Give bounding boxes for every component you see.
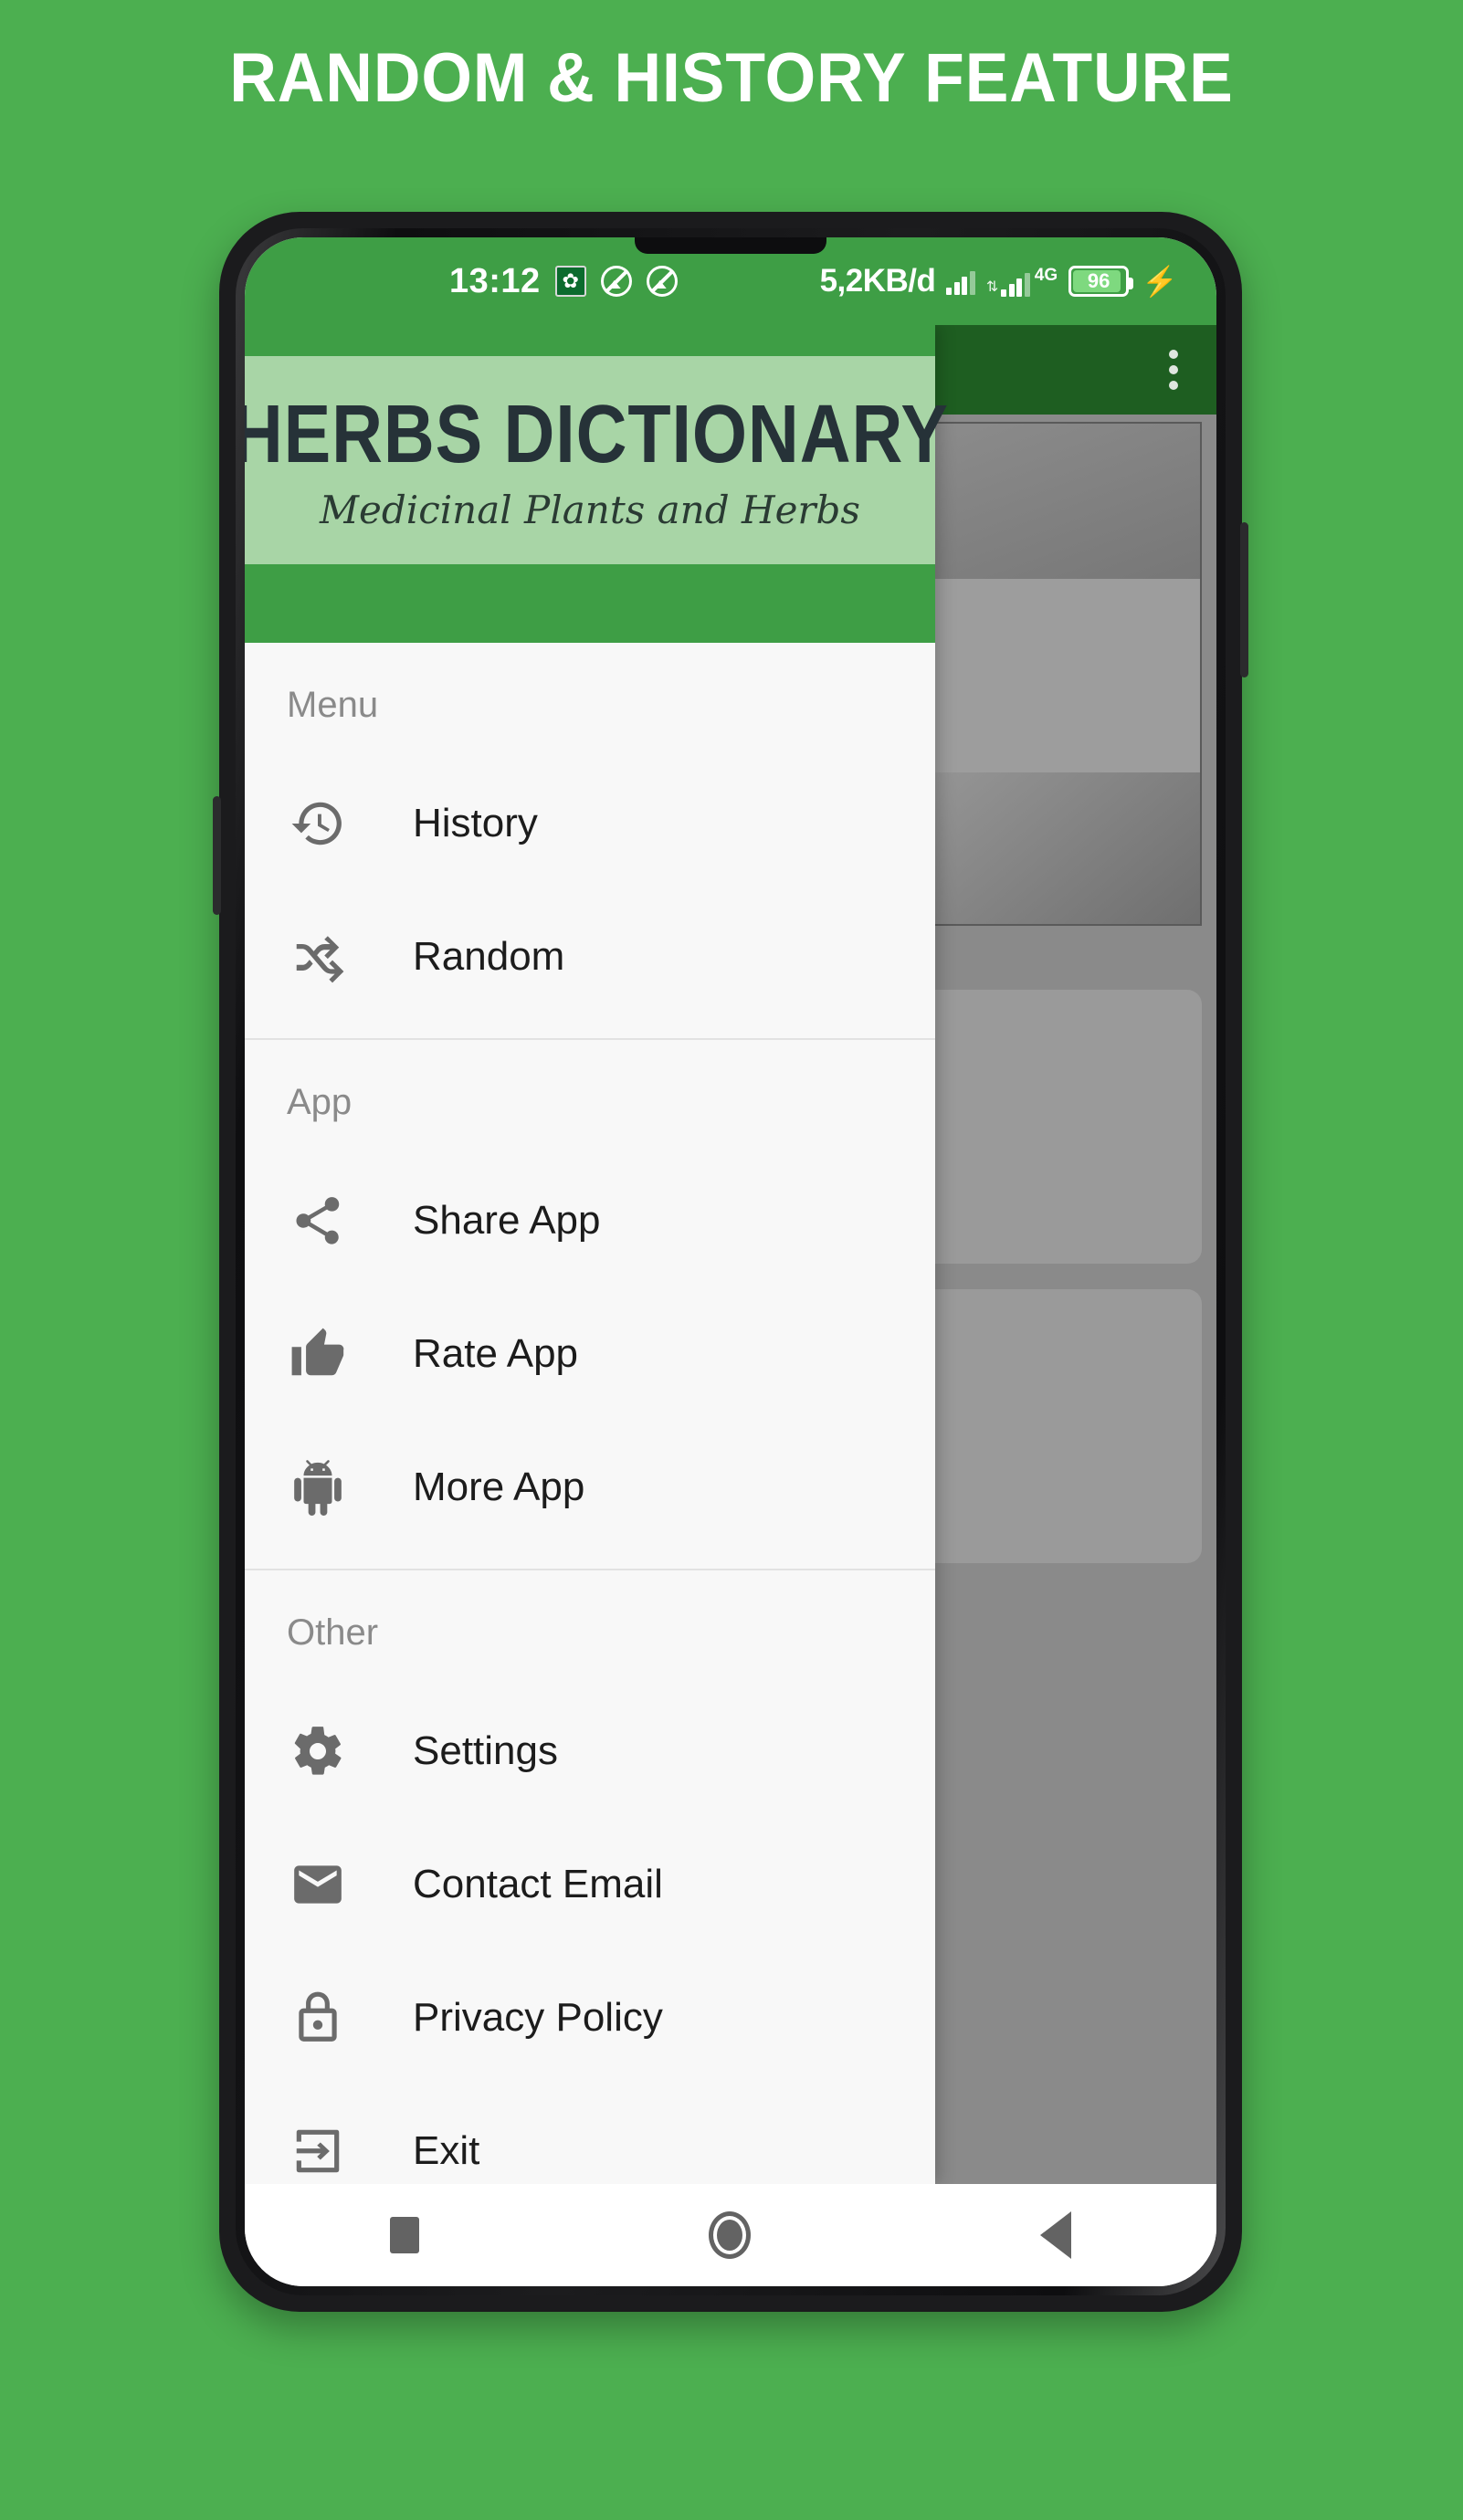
data-rate-label: 5,2KB/d bbox=[819, 263, 936, 299]
battery-level-label: 96 bbox=[1087, 269, 1110, 292]
drawer-item-contact-email[interactable]: Contact Email bbox=[245, 1818, 935, 1951]
battery-icon: 96 bbox=[1068, 266, 1134, 297]
phone-screen: 13:12 ✿ 5,2KB/d ⇅ 4G 96 ⚡ HERBS DICTIONA… bbox=[245, 237, 1216, 2286]
drawer-item-label: History bbox=[413, 801, 538, 845]
envelope-icon bbox=[285, 1852, 351, 1917]
android-robot-icon bbox=[285, 1454, 351, 1520]
status-bar-right: 5,2KB/d ⇅ 4G 96 ⚡ bbox=[820, 263, 1178, 299]
drawer-item-random[interactable]: Random bbox=[245, 890, 935, 1024]
app-logo: HERBS DICTIONARY Medicinal Plants and He… bbox=[245, 356, 948, 564]
back-triangle-icon[interactable] bbox=[1040, 2211, 1072, 2259]
page-title: RANDOM & HISTORY FEATURE bbox=[229, 39, 1234, 117]
history-clock-icon bbox=[285, 791, 351, 856]
share-icon bbox=[285, 1188, 351, 1254]
home-circle-icon[interactable] bbox=[708, 2211, 751, 2259]
drawer-header-top-bar bbox=[245, 325, 935, 356]
network-type-label: 4G bbox=[1034, 265, 1058, 285]
drawer-section-label-other: Other bbox=[287, 1612, 379, 1653]
drawer-section-label-app: App bbox=[287, 1082, 353, 1122]
drawer-section-label-menu: Menu bbox=[287, 685, 379, 725]
system-navigation-bar bbox=[245, 2184, 1216, 2286]
drawer-item-label: Rate App bbox=[413, 1331, 579, 1376]
charging-icon: ⚡ bbox=[1142, 265, 1178, 298]
promo-page: RANDOM & HISTORY FEATURE 13:12 ✿ 5,2KB/d bbox=[0, 0, 1463, 2520]
signal-bars-icon bbox=[946, 268, 975, 295]
drawer-item-settings[interactable]: Settings bbox=[245, 1685, 935, 1818]
drawer-item-label: Random bbox=[413, 934, 565, 979]
drawer-item-label: Contact Email bbox=[413, 1862, 663, 1906]
drawer-item-more-app[interactable]: More App bbox=[245, 1421, 935, 1554]
exit-arrow-icon bbox=[285, 2118, 351, 2184]
gear-icon bbox=[285, 1718, 351, 1784]
power-button[interactable] bbox=[213, 796, 221, 915]
drawer-item-label: Share App bbox=[413, 1198, 601, 1243]
shuffle-icon bbox=[285, 924, 351, 990]
drawer-header: HERBS DICTIONARY Medicinal Plants and He… bbox=[245, 325, 948, 643]
drawer-menu-list[interactable]: Menu History Random App Share App Rate A… bbox=[245, 643, 935, 2184]
volume-button[interactable] bbox=[1240, 522, 1248, 677]
drawer-item-share-app[interactable]: Share App bbox=[245, 1154, 935, 1287]
drawer-item-label: Privacy Policy bbox=[413, 1995, 663, 2040]
lock-icon bbox=[285, 1985, 351, 2051]
status-time: 13:12 bbox=[449, 261, 541, 300]
drawer-item-label: Settings bbox=[413, 1728, 558, 1773]
overflow-menu-icon[interactable] bbox=[1169, 350, 1178, 390]
app-logo-subtitle: Medicinal Plants and Herbs bbox=[320, 488, 860, 532]
app-logo-title: HERBS DICTIONARY bbox=[245, 389, 949, 480]
do-not-disturb-icon bbox=[646, 266, 678, 297]
drawer-header-bottom-bar bbox=[245, 564, 935, 643]
phone-notch bbox=[635, 237, 826, 254]
navigation-drawer: HERBS DICTIONARY Medicinal Plants and He… bbox=[245, 325, 948, 2184]
drawer-item-exit[interactable]: Exit bbox=[245, 2084, 935, 2184]
thumbs-up-icon bbox=[285, 1321, 351, 1387]
do-not-disturb-icon bbox=[600, 266, 632, 297]
sim2-signal-group: ⇅ 4G bbox=[986, 267, 1058, 297]
signal-bars-icon bbox=[1001, 269, 1030, 297]
data-arrows-icon: ⇅ bbox=[985, 278, 998, 295]
drawer-item-label: More App bbox=[413, 1465, 585, 1509]
status-bar-left: 13:12 ✿ bbox=[449, 262, 678, 301]
drawer-item-rate-app[interactable]: Rate App bbox=[245, 1287, 935, 1421]
phone-mockup: 13:12 ✿ 5,2KB/d ⇅ 4G 96 ⚡ HERBS DICTIONA… bbox=[213, 212, 1248, 2312]
drawer-item-privacy-policy[interactable]: Privacy Policy bbox=[245, 1951, 935, 2084]
drawer-item-history[interactable]: History bbox=[245, 757, 935, 890]
recents-square-icon[interactable] bbox=[389, 2217, 419, 2253]
drawer-item-label: Exit bbox=[413, 2128, 480, 2173]
app-notification-icon: ✿ bbox=[554, 266, 586, 297]
phone-bezel: 13:12 ✿ 5,2KB/d ⇅ 4G 96 ⚡ HERBS DICTIONA… bbox=[236, 228, 1226, 2295]
